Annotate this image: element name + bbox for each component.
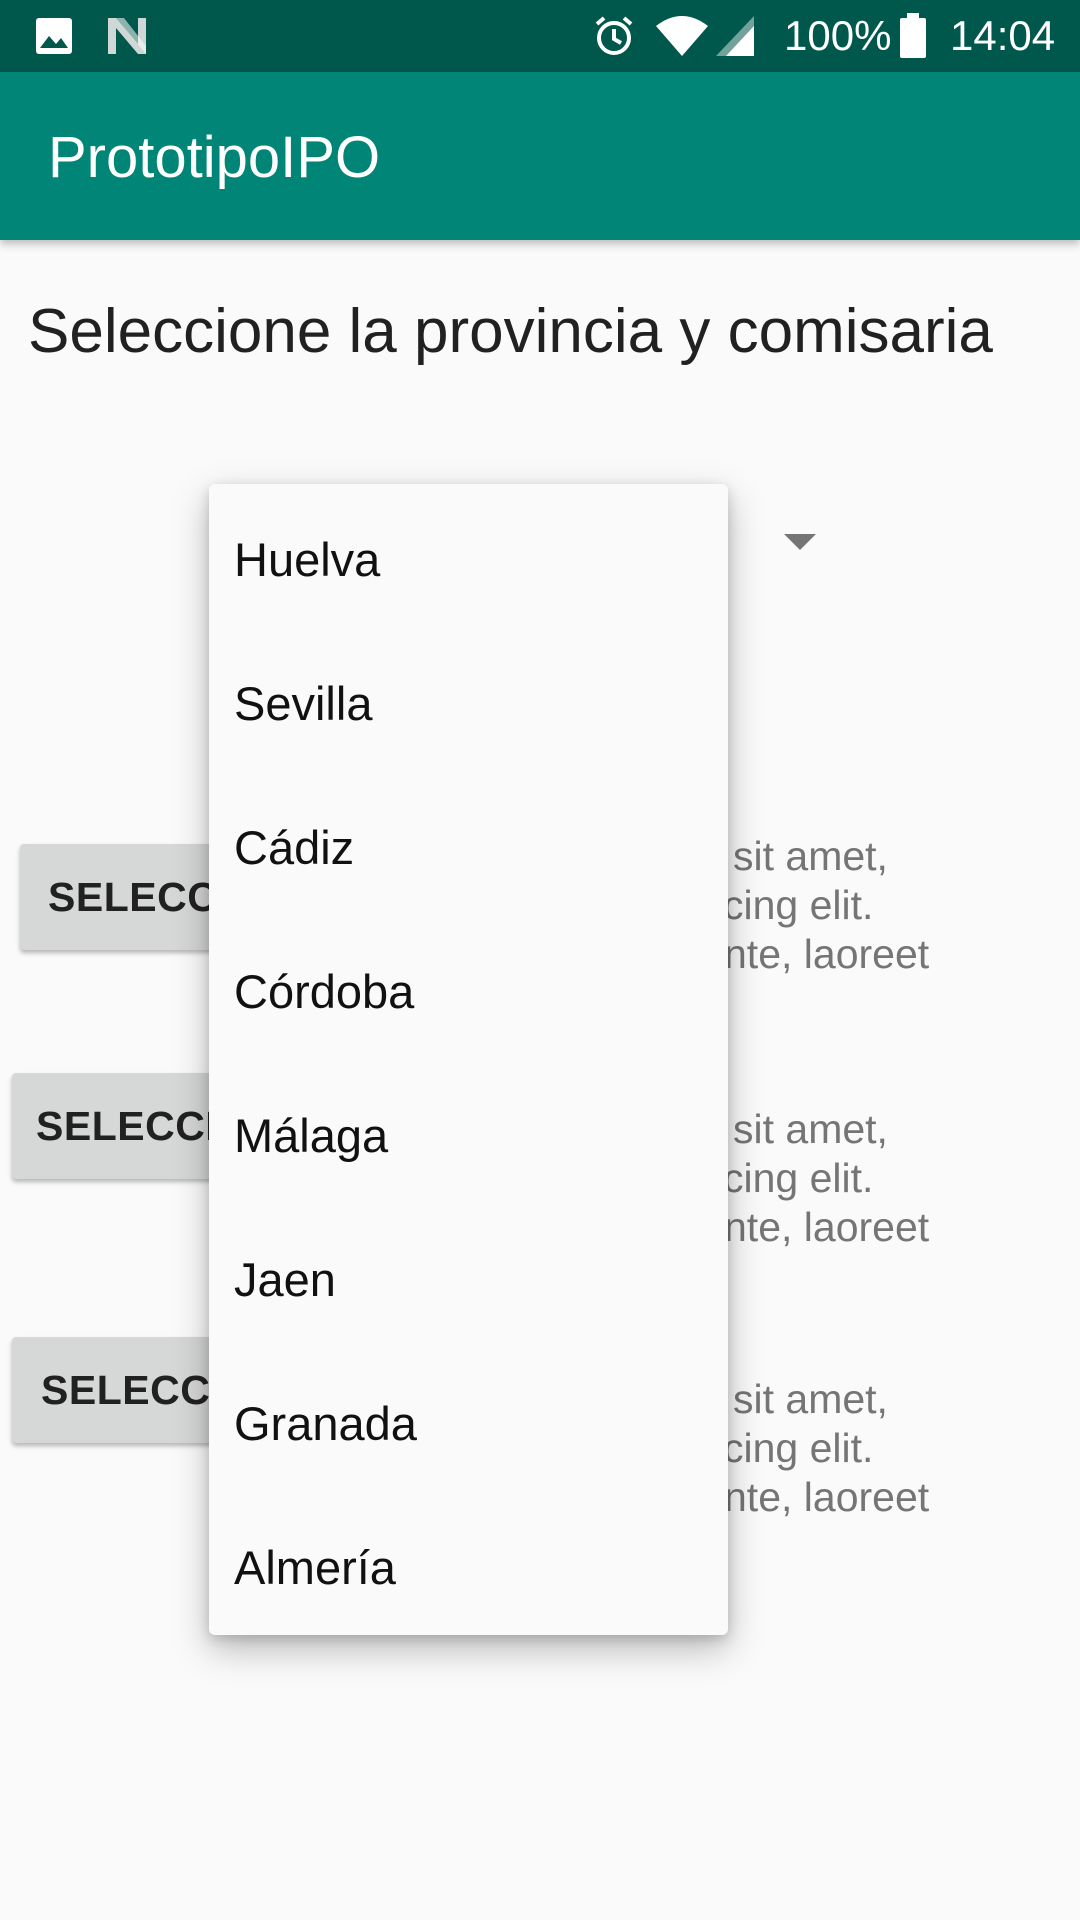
n-notification-icon: [108, 18, 146, 54]
cell-signal-icon: [716, 16, 754, 56]
dropdown-item-label: Cádiz: [234, 821, 355, 874]
app-title: PrototipoIPO: [48, 125, 381, 190]
dropdown-item-granada[interactable]: Granada: [209, 1348, 728, 1492]
province-dropdown-menu: Huelva Sevilla Cádiz Córdoba Málaga Jaen…: [209, 484, 728, 1635]
description-line: sit amet,: [733, 1376, 888, 1422]
dropdown-item-cadiz[interactable]: Cádiz: [209, 772, 728, 916]
description-text-3: sit amet, cing elit. nte, laoreet: [700, 1375, 1070, 1522]
dropdown-item-cordoba[interactable]: Córdoba: [209, 916, 728, 1060]
status-bar: 100% 14:04: [0, 0, 1080, 72]
alarm-icon: [595, 16, 633, 55]
description-line: cing elit.: [723, 882, 874, 928]
dropdown-item-label: Granada: [234, 1397, 417, 1450]
spinner-dropdown-arrow-icon[interactable]: [784, 534, 816, 550]
select-button-1-label: SELECCI: [48, 874, 220, 920]
dropdown-item-label: Sevilla: [234, 677, 373, 730]
dropdown-item-label: Jaen: [234, 1253, 336, 1306]
dropdown-item-almeria[interactable]: Almería: [209, 1492, 728, 1636]
dropdown-item-label: Huelva: [234, 533, 381, 586]
description-line: sit amet,: [733, 1106, 888, 1152]
description-line: nte, laoreet: [724, 931, 930, 977]
description-line: sit amet,: [733, 833, 888, 879]
battery-percent: 100%: [784, 12, 892, 59]
description-text-1: sit amet, cing elit. nte, laoreet: [700, 832, 1070, 979]
dropdown-item-label: Málaga: [234, 1109, 389, 1162]
select-button-3[interactable]: SELECCIO: [12, 1337, 222, 1443]
select-button-3-label: SELECCIO: [41, 1367, 222, 1413]
battery-icon: [900, 13, 926, 58]
description-text-2: sit amet, cing elit. nte, laoreet: [700, 1105, 1070, 1252]
image-icon: [36, 18, 72, 54]
screen: 100% 14:04 PrototipoIPO Seleccione la pr…: [0, 0, 1080, 1920]
app-bar: PrototipoIPO: [0, 72, 1080, 240]
description-line: nte, laoreet: [724, 1474, 930, 1520]
dropdown-item-label: Córdoba: [234, 965, 415, 1018]
page-title: Seleccione la provincia y comisaria: [28, 297, 993, 366]
select-button-2-label: SELECCIO: [36, 1103, 222, 1149]
description-line: cing elit.: [723, 1425, 874, 1471]
dropdown-item-jaen[interactable]: Jaen: [209, 1204, 728, 1348]
dropdown-item-sevilla[interactable]: Sevilla: [209, 628, 728, 772]
description-line: cing elit.: [723, 1155, 874, 1201]
select-button-1[interactable]: SELECCI: [20, 844, 220, 950]
dropdown-item-huelva[interactable]: Huelva: [209, 484, 728, 628]
wifi-icon: [656, 16, 708, 56]
select-button-2[interactable]: SELECCIO: [12, 1073, 222, 1179]
clock: 14:04: [950, 12, 1056, 59]
dropdown-item-malaga[interactable]: Málaga: [209, 1060, 728, 1204]
description-line: nte, laoreet: [724, 1204, 930, 1250]
dropdown-item-label: Almería: [234, 1541, 396, 1594]
